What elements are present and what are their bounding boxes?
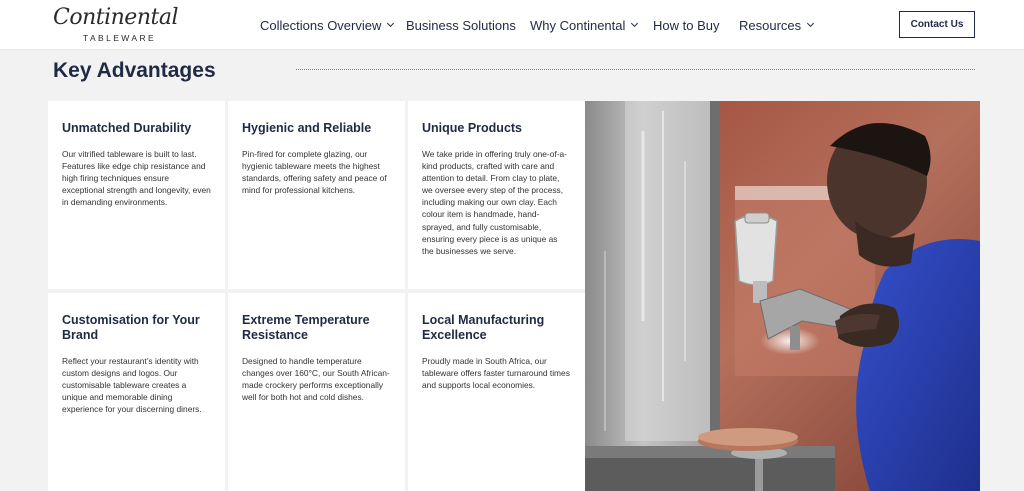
card-title: Local Manufacturing Excellence (422, 313, 545, 342)
site-header: Continental TABLEWARE Collections Overvi… (0, 0, 1024, 50)
advantage-card: Customisation for Your Brand Reflect you… (48, 293, 225, 491)
advantage-card: Extreme Temperature Resistance Designed … (228, 293, 405, 491)
chevron-down-icon (807, 19, 815, 28)
chevron-down-icon (631, 19, 639, 28)
nav-label: How to Buy (653, 17, 720, 33)
card-text: Pin-fired for complete glazing, our hygi… (242, 149, 387, 196)
nav-item-collections-overview[interactable]: Collections Overview (260, 16, 395, 34)
card-text: Designed to handle temperature changes o… (242, 356, 390, 403)
card-title: Unmatched Durability (62, 121, 192, 135)
chevron-down-icon (387, 19, 395, 28)
section-title: Key Advantages (53, 59, 216, 82)
title-divider (296, 69, 975, 70)
nav-label: Business Solutions (406, 17, 516, 33)
card-text: Our vitrified tableware is built to last… (62, 149, 211, 208)
worker-spray-glazing-photo (585, 101, 980, 491)
advantage-card: Unmatched Durability Our vitrified table… (48, 101, 225, 289)
nav-item-resources[interactable]: Resources (739, 16, 815, 34)
nav-item-how-to-buy[interactable]: How to Buy (653, 16, 719, 34)
nav-item-business-solutions[interactable]: Business Solutions (406, 16, 516, 34)
advantage-card: Local Manufacturing Excellence Proudly m… (408, 293, 585, 491)
advantage-card: Unique Products We take pride in offerin… (408, 101, 585, 289)
card-text: Reflect your restaurant’s identity with … (62, 356, 202, 415)
advantage-card: Hygienic and Reliable Pin-fired for comp… (228, 101, 405, 289)
continental-logo[interactable]: Continental TABLEWARE (53, 6, 178, 44)
card-title: Customisation for Your Brand (62, 313, 200, 342)
nav-label: Collections Overview (260, 17, 382, 33)
logo-script-text: Continental (53, 5, 178, 30)
card-title: Unique Products (422, 121, 523, 135)
card-title: Extreme Temperature Resistance (242, 313, 370, 342)
nav-label: Why Continental (530, 17, 626, 33)
logo-sub-text: TABLEWARE (83, 33, 157, 43)
nav-item-why-continental[interactable]: Why Continental (530, 16, 639, 34)
card-title: Hygienic and Reliable (242, 121, 372, 135)
card-text: We take pride in offering truly one-of-a… (422, 149, 567, 256)
contact-us-button[interactable]: Contact Us (899, 11, 975, 38)
nav-label: Resources (739, 17, 802, 33)
card-text: Proudly made in South Africa, our tablew… (422, 356, 570, 391)
